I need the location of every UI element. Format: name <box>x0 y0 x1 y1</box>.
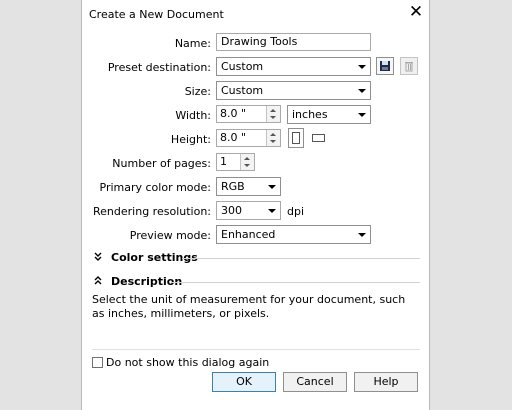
resolution-label: Rendering resolution: <box>93 205 211 218</box>
save-icon[interactable] <box>376 57 394 75</box>
units-value: inches <box>292 108 328 121</box>
preview-mode-label: Preview mode: <box>129 229 211 242</box>
description-text: Select the unit of measurement for your … <box>92 293 406 320</box>
chevron-down-icon <box>358 65 366 69</box>
preview-mode-value: Enhanced <box>221 228 276 241</box>
section-divider <box>172 282 420 283</box>
pages-label: Number of pages: <box>112 157 211 170</box>
width-value: 8.0 " <box>220 107 247 120</box>
portrait-page-icon[interactable] <box>288 128 304 148</box>
resolution-value: 300 <box>221 204 242 217</box>
chevron-down-icon <box>358 113 366 117</box>
size-dropdown[interactable]: Custom <box>216 81 371 100</box>
preset-destination-value: Custom <box>221 60 264 73</box>
resolution-unit: dpi <box>287 205 305 218</box>
ok-button[interactable]: OK <box>212 372 276 392</box>
preset-destination-label: Preset destination: <box>107 61 211 74</box>
pages-stepper[interactable]: 1 <box>216 153 255 171</box>
height-stepper[interactable]: 8.0 " <box>216 129 281 147</box>
chevron-down-icon <box>268 185 276 189</box>
size-value: Custom <box>221 84 264 97</box>
pages-spin-buttons[interactable] <box>240 154 254 170</box>
height-spin-buttons[interactable] <box>266 130 280 146</box>
chevron-down-icon <box>358 233 366 237</box>
color-mode-value: RGB <box>221 180 245 193</box>
units-dropdown[interactable]: inches <box>287 105 371 124</box>
name-input[interactable]: Drawing Tools <box>216 33 371 51</box>
color-mode-dropdown[interactable]: RGB <box>216 177 281 196</box>
width-spin-buttons[interactable] <box>266 106 280 122</box>
height-label: Height: <box>170 133 211 146</box>
landscape-page-icon[interactable] <box>311 132 327 147</box>
color-mode-label: Primary color mode: <box>99 181 212 194</box>
preset-destination-dropdown[interactable]: Custom <box>216 57 371 76</box>
chevron-double-down-icon[interactable] <box>94 252 102 264</box>
resolution-combobox[interactable]: 300 <box>216 201 281 220</box>
chevron-down-icon <box>358 89 366 93</box>
help-button[interactable]: Help <box>354 372 418 392</box>
cancel-button[interactable]: Cancel <box>283 372 347 392</box>
section-divider <box>182 258 420 259</box>
preview-mode-dropdown[interactable]: Enhanced <box>216 225 371 244</box>
dialog-title: Create a New Document <box>89 8 224 21</box>
width-label: Width: <box>175 109 211 122</box>
name-label: Name: <box>174 37 211 50</box>
create-document-dialog: Create a New Document ✕ Name: Drawing To… <box>81 0 430 410</box>
chevron-double-up-icon[interactable] <box>94 276 102 288</box>
chevron-down-icon <box>268 209 276 213</box>
do-not-show-checkbox[interactable] <box>92 357 103 368</box>
height-value: 8.0 " <box>220 131 247 144</box>
do-not-show-label[interactable]: Do not show this dialog again <box>106 356 269 369</box>
footer-divider <box>92 349 420 350</box>
size-label: Size: <box>184 85 211 98</box>
pages-value: 1 <box>220 155 227 168</box>
trash-icon[interactable] <box>400 57 418 75</box>
width-stepper[interactable]: 8.0 " <box>216 105 281 123</box>
close-icon[interactable]: ✕ <box>408 4 424 21</box>
